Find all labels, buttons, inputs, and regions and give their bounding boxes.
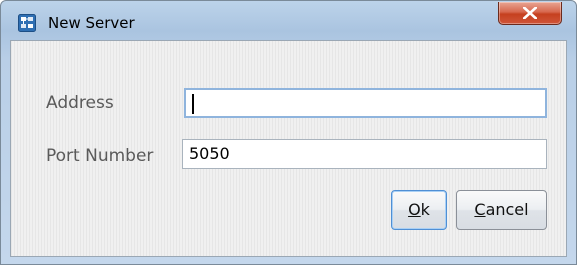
network-server-icon (18, 14, 36, 32)
title-bar[interactable]: New Server (1, 1, 576, 41)
address-input[interactable] (184, 88, 547, 118)
dialog-window: New Server Address Port Number 5050 Ok C… (0, 0, 577, 265)
cancel-button[interactable]: Cancel (456, 190, 547, 230)
dialog-body: Address Port Number 5050 Ok Cancel (10, 40, 567, 257)
window-title: New Server (48, 14, 135, 32)
close-icon (523, 7, 537, 19)
close-button[interactable] (498, 2, 562, 25)
text-caret (192, 94, 194, 114)
ok-button[interactable]: Ok (391, 190, 447, 230)
port-number-label: Port Number (46, 146, 154, 166)
address-label: Address (46, 93, 114, 113)
port-number-input[interactable]: 5050 (182, 139, 547, 169)
